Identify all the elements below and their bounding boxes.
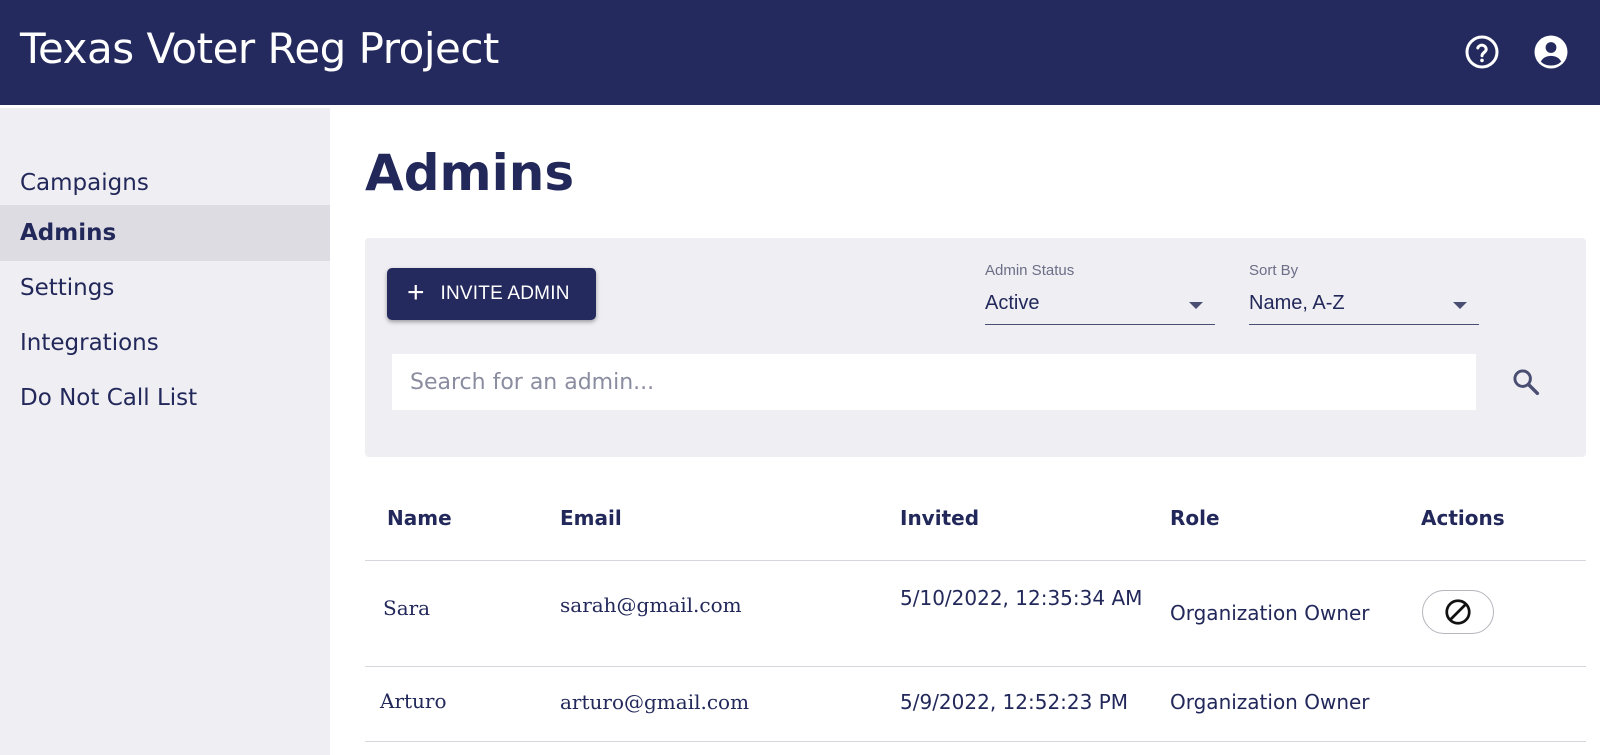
search-input[interactable] — [392, 354, 1476, 410]
deactivate-admin-button[interactable] — [1422, 590, 1494, 634]
sidebar-item-admins[interactable]: Admins — [0, 205, 330, 261]
top-app-bar: Texas Voter Reg Project — [0, 0, 1600, 105]
cell-invited: 5/9/2022, 12:52:23 PM — [900, 690, 1129, 714]
column-header-invited: Invited — [900, 506, 980, 530]
column-header-actions: Actions — [1421, 506, 1505, 530]
invite-admin-label: INVITE ADMIN — [440, 283, 570, 304]
plus-icon: + — [407, 275, 425, 309]
cell-role: Organization Owner — [1170, 601, 1370, 625]
app-title: Texas Voter Reg Project — [20, 24, 499, 73]
sort-by-caption: Sort By — [1249, 262, 1299, 279]
column-header-email: Email — [560, 506, 622, 530]
column-header-role: Role — [1170, 506, 1220, 530]
dropdown-arrow-icon — [1453, 302, 1467, 309]
row-divider — [365, 666, 1586, 667]
cell-email: sarah@gmail.com — [560, 593, 742, 617]
row-divider — [365, 741, 1586, 742]
cell-email: arturo@gmail.com — [560, 690, 750, 714]
search-icon[interactable] — [1510, 366, 1542, 398]
table-header-divider — [365, 560, 1586, 561]
sidebar-item-settings[interactable]: Settings — [0, 260, 330, 316]
sort-by-select[interactable]: Sort By Name, A-Z — [1249, 262, 1479, 325]
help-circle-icon[interactable] — [1464, 34, 1500, 70]
page-title: Admins — [365, 144, 575, 202]
sidebar: Campaigns Admins Settings Integrations D… — [0, 108, 330, 755]
filter-panel: + INVITE ADMIN Admin Status Active Sort … — [365, 238, 1586, 457]
sidebar-item-do-not-call-list[interactable]: Do Not Call List — [0, 370, 330, 426]
account-circle-icon[interactable] — [1533, 34, 1569, 70]
admin-status-caption: Admin Status — [985, 262, 1075, 279]
cell-name: Sara — [383, 596, 431, 620]
cell-invited: 5/10/2022, 12:35:34 AM — [900, 586, 1143, 610]
column-header-name: Name — [387, 506, 452, 530]
sidebar-item-integrations[interactable]: Integrations — [0, 315, 330, 371]
invite-admin-button[interactable]: + INVITE ADMIN — [387, 268, 596, 320]
deactivate-icon — [1445, 599, 1471, 625]
cell-role: Organization Owner — [1170, 690, 1370, 714]
sidebar-item-campaigns[interactable]: Campaigns — [0, 155, 330, 211]
admin-status-select[interactable]: Admin Status Active — [985, 262, 1215, 325]
sort-by-value: Name, A-Z — [1249, 292, 1345, 314]
dropdown-arrow-icon — [1189, 302, 1203, 309]
cell-name: Arturo — [380, 689, 447, 713]
admin-status-value: Active — [985, 292, 1040, 314]
